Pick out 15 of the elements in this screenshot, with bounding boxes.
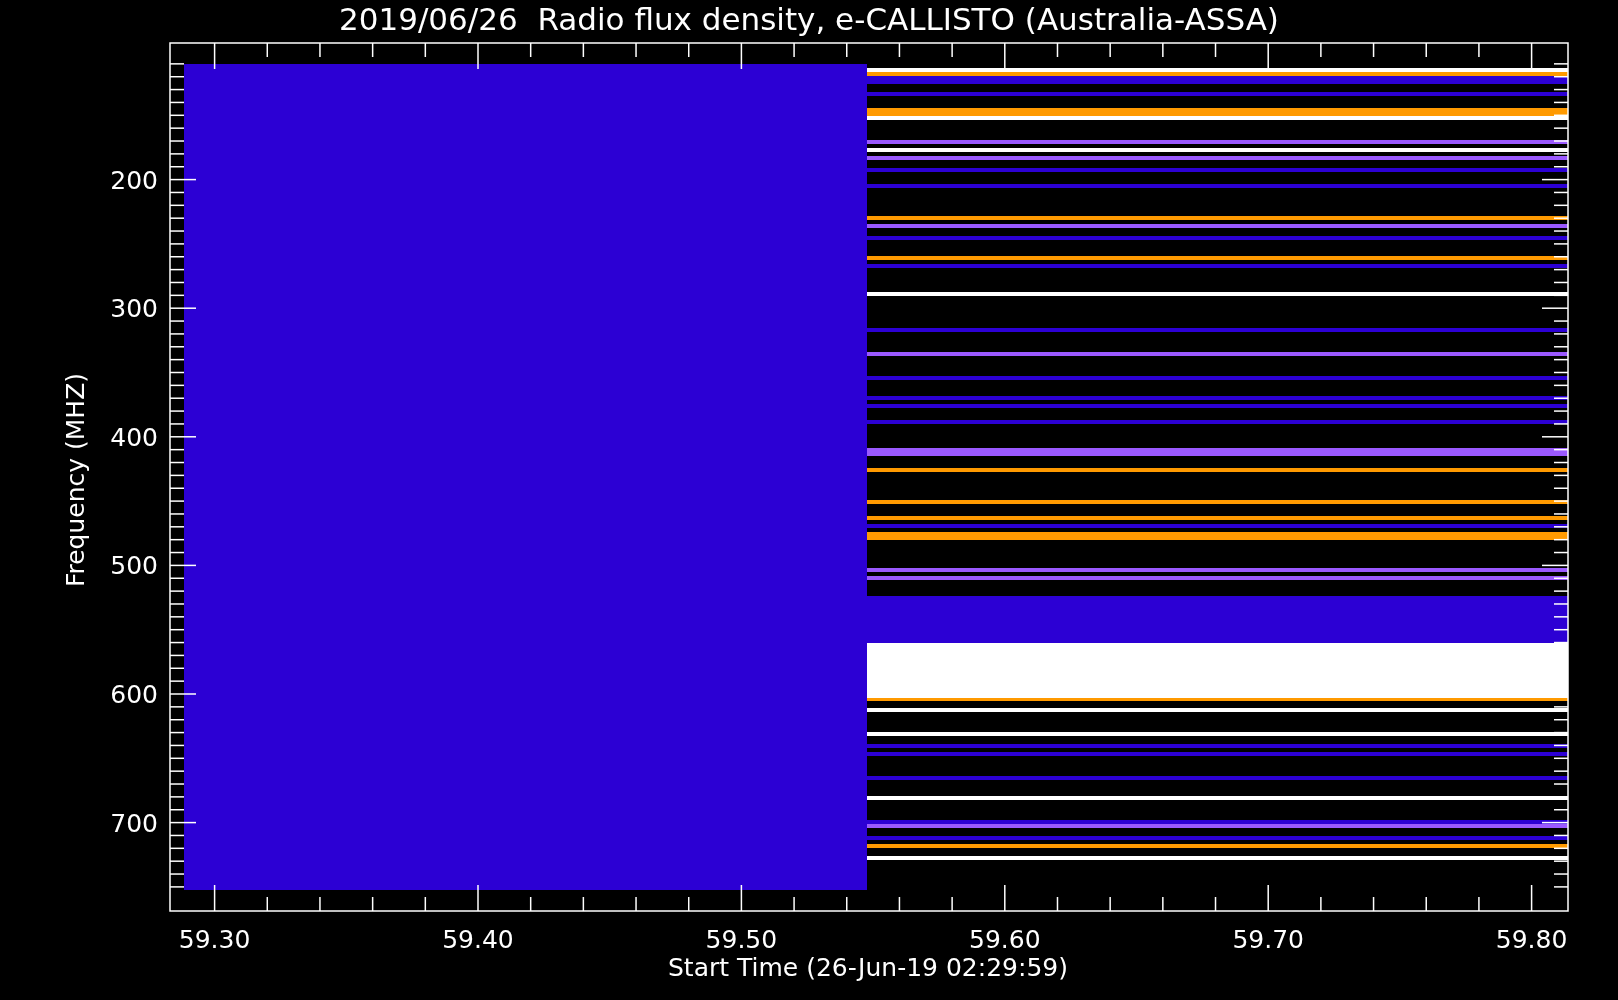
chart-title: 2019/06/26 Radio flux density, e-CALLISTO (Australia-ASSA) — [339, 1, 1279, 37]
x-tick-label: 59.80 — [1495, 925, 1568, 954]
x-tick-label: 59.40 — [442, 925, 514, 954]
y-tick-label: 400 — [110, 422, 158, 452]
y-tick-label: 200 — [110, 165, 158, 195]
x-axis-label: Start Time (26-Jun-19 02:29:59) — [668, 953, 1068, 982]
x-tick-label: 59.50 — [705, 925, 778, 954]
y-tick-label: 600 — [110, 680, 158, 709]
y-tick-label: 300 — [110, 294, 158, 324]
x-tick-label: 59.60 — [969, 925, 1041, 954]
x-tick-label: 59.70 — [1232, 925, 1304, 954]
y-tick-label: 500 — [110, 551, 158, 581]
y-tick-label: 700 — [110, 808, 158, 838]
y-axis-label: Frequency (MHZ) — [61, 372, 90, 588]
x-tick-label: 59.30 — [178, 925, 251, 954]
